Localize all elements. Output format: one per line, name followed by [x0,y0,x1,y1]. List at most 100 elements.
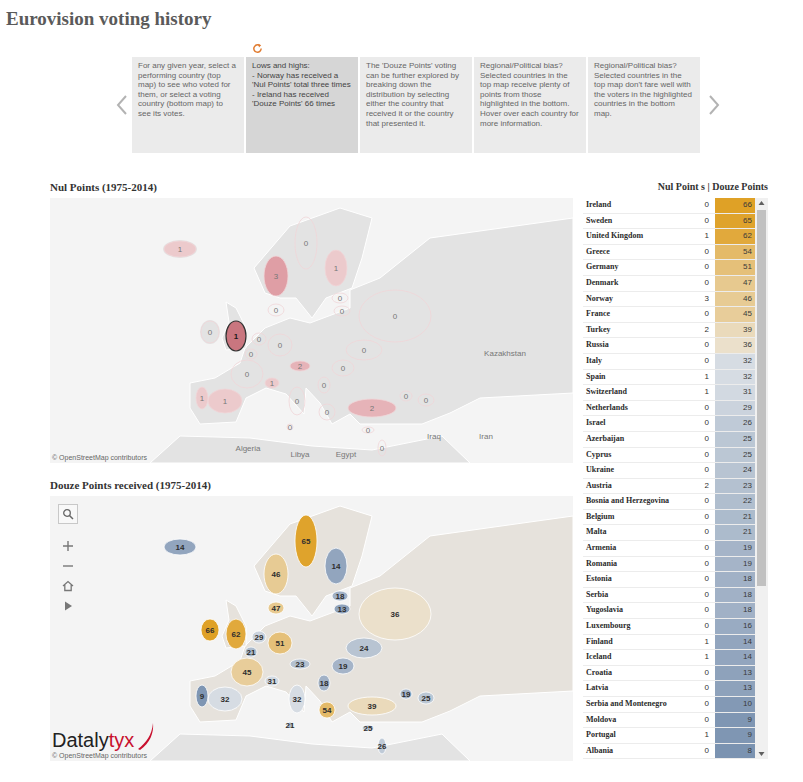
table-row[interactable]: Moldova09 [583,713,755,729]
country-region[interactable] [264,256,288,296]
table-row[interactable]: Azerbaijan025 [583,432,755,448]
country-region[interactable] [378,440,386,456]
country-region[interactable] [289,685,305,713]
country-region[interactable] [289,387,305,415]
scrollbar[interactable] [755,198,768,759]
country-region[interactable] [378,738,386,754]
country-region[interactable] [318,675,330,691]
country-region[interactable] [245,647,257,657]
country-region[interactable] [268,632,292,654]
country-region[interactable] [346,638,382,658]
table-row[interactable]: Armenia019 [583,541,755,557]
country-region[interactable] [208,389,242,413]
refresh-icon[interactable] [252,43,263,54]
country-region[interactable] [231,658,263,686]
table-row[interactable]: Belgium021 [583,510,755,526]
next-button[interactable] [704,85,724,125]
country-region[interactable] [346,340,382,360]
country-region[interactable] [359,588,431,640]
table-row[interactable]: Cyprus025 [583,448,755,464]
table-row[interactable]: Switzerland131 [583,385,755,401]
story-card[interactable]: Lows and highs: - Norway has received a … [246,57,358,153]
country-region[interactable] [268,304,284,316]
country-region[interactable] [290,361,310,371]
country-region[interactable] [334,604,350,614]
table-row[interactable]: Spain132 [583,370,755,386]
pan-button[interactable] [59,598,77,614]
table-row[interactable]: Serbia and Montenegro010 [583,697,755,713]
table-row[interactable]: Croatia013 [583,666,755,682]
country-region[interactable] [226,619,246,649]
country-region[interactable] [268,602,284,614]
story-card[interactable]: The 'Douze Points' voting can be further… [360,57,472,153]
table-row[interactable]: Estonia018 [583,572,755,588]
table-row[interactable]: France045 [583,307,755,323]
table-row[interactable]: Iceland114 [583,650,755,666]
country-region[interactable] [164,241,196,257]
country-region[interactable] [332,293,348,303]
table-row[interactable]: Greece054 [583,245,755,261]
scroll-up-icon[interactable] [755,198,768,208]
country-region[interactable] [295,217,317,269]
table-row[interactable]: Austria223 [583,479,755,495]
scroll-thumb[interactable] [757,210,766,586]
reset-view-button[interactable] [59,578,77,594]
douze-points-map[interactable]: 6665625451474645393632323129262525242321… [50,496,573,761]
zoom-in-button[interactable] [59,538,77,554]
search-button[interactable] [58,504,78,524]
country-region[interactable] [325,250,347,286]
story-card[interactable]: Regional/Political bias? Selected countr… [588,57,700,153]
map-canvas[interactable]: 6665625451474645393632323129262525242321… [50,496,573,761]
country-region[interactable] [418,394,434,406]
country-region[interactable] [264,554,288,594]
country-region[interactable] [201,321,219,343]
table-row[interactable]: Sweden065 [583,214,755,230]
country-region[interactable] [265,676,279,686]
country-region[interactable] [208,687,242,711]
country-region[interactable] [325,548,347,584]
country-region[interactable] [400,391,412,401]
country-region[interactable] [334,306,350,316]
country-region[interactable] [319,702,335,718]
table-row[interactable]: Portugal19 [583,728,755,744]
country-region[interactable] [196,387,208,409]
scroll-down-icon[interactable] [755,749,768,759]
scroll-track[interactable] [755,208,768,749]
table-row[interactable]: Norway346 [583,292,755,308]
country-region[interactable] [164,539,196,555]
table-row[interactable]: Yugoslavia018 [583,603,755,619]
table-row[interactable]: Romania019 [583,557,755,573]
table-row[interactable]: Albania08 [583,744,755,760]
story-card[interactable]: For any given year, select a performing … [132,57,244,153]
country-region[interactable] [201,619,219,641]
table-row[interactable]: Ukraine024 [583,463,755,479]
country-region[interactable] [290,659,310,669]
country-region[interactable] [268,334,292,356]
table-row[interactable]: Turkey239 [583,323,755,339]
table-row[interactable]: Malta021 [583,525,755,541]
table-row[interactable]: Italy032 [583,354,755,370]
table-row[interactable]: Luxembourg016 [583,619,755,635]
country-region[interactable] [348,399,396,417]
table-row[interactable]: Germany051 [583,260,755,276]
country-region[interactable] [318,377,330,393]
zoom-out-button[interactable] [59,558,77,574]
table-row[interactable]: Latvia013 [583,681,755,697]
country-region[interactable] [400,689,412,699]
story-card[interactable]: Regional/Political bias? Selected countr… [474,57,586,153]
country-region[interactable] [418,692,434,704]
country-region[interactable] [265,378,279,388]
country-region[interactable] [332,591,348,601]
table-row[interactable]: Netherlands029 [583,401,755,417]
country-region[interactable] [295,515,317,567]
country-region[interactable] [226,321,246,351]
table-row[interactable]: Denmark047 [583,276,755,292]
table-row[interactable]: Ireland066 [583,198,755,214]
country-region[interactable] [332,360,354,376]
country-region[interactable] [231,360,263,388]
table-row[interactable]: Finland114 [583,635,755,651]
table-row[interactable]: Serbia018 [583,588,755,604]
country-region[interactable] [252,631,266,643]
map-canvas[interactable]: KazakhstanIraqIranAlgeriaLibyaEgypt00100… [50,198,573,463]
country-region[interactable] [348,697,396,715]
